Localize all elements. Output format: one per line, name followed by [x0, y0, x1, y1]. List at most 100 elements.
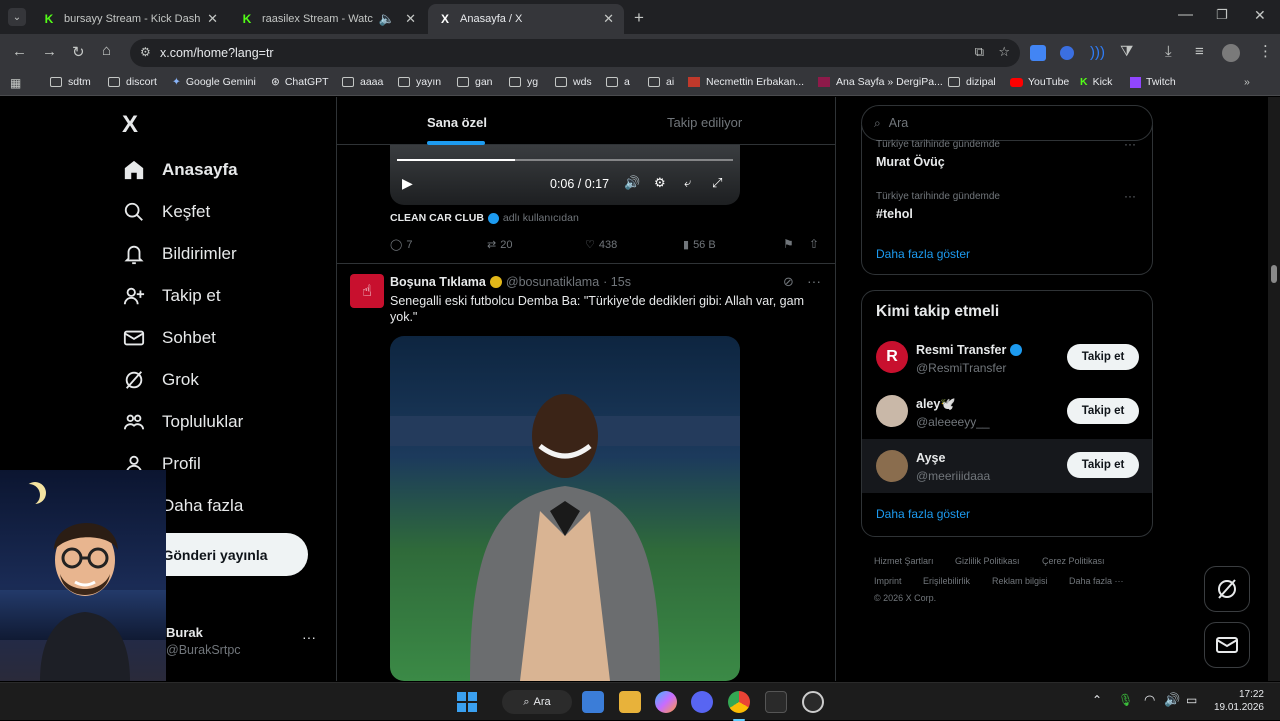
tab-x-home[interactable]: X Anasayfa / X ✕ — [428, 4, 624, 34]
footer-link-cookies[interactable]: Çerez Politikası — [1042, 556, 1105, 566]
minimize-icon[interactable]: — — [1178, 6, 1193, 23]
close-tab-icon[interactable]: ✕ — [207, 11, 218, 27]
footer-link-accessibility[interactable]: Erişilebilirlik — [923, 576, 970, 586]
bookmark-discort[interactable]: discort — [108, 76, 157, 88]
trend-item[interactable]: #tehol — [876, 207, 913, 221]
maximize-icon[interactable]: ❐ — [1216, 7, 1228, 23]
bookmark-chatgpt[interactable]: ⊛ ChatGPT — [271, 76, 329, 88]
tweet-time[interactable]: · 15s — [603, 275, 631, 289]
play-icon[interactable]: ▶ — [402, 175, 413, 192]
bookmark-dergipark[interactable]: Ana Sayfa » DergiPa... — [818, 76, 943, 88]
nav-item-explore[interactable]: Keşfet — [122, 200, 210, 224]
messages-fab[interactable] — [1204, 622, 1250, 668]
bookmark-gemini[interactable]: ✦ Google Gemini — [172, 76, 256, 88]
grok-fab[interactable] — [1204, 566, 1250, 612]
copilot-icon[interactable] — [655, 691, 677, 713]
video-player[interactable]: ▶ 0:06 / 0:17 🔊 ⚙ ⤶ ⤢ — [390, 145, 740, 205]
x-logo-icon[interactable]: X — [122, 111, 138, 139]
bookmark-gan[interactable]: gan — [457, 76, 493, 88]
bookmark-kick[interactable]: K Kick — [1080, 76, 1112, 88]
tweet-image[interactable] — [390, 336, 740, 681]
media-control-icon[interactable]: ≡ — [1195, 43, 1204, 60]
translate-extension-icon[interactable] — [1030, 45, 1046, 61]
nav-item-chat[interactable]: Sohbet — [122, 326, 216, 350]
tab-search-icon[interactable]: ⌄ — [8, 8, 26, 26]
video-attribution[interactable]: CLEAN CAR CLUB adlı kullanıcıdan — [390, 212, 579, 224]
suggested-user-handle[interactable]: @meeriiidaaa — [916, 469, 990, 483]
bookmark-twitch[interactable]: Twitch — [1130, 76, 1176, 88]
bookmark-a[interactable]: a — [606, 76, 630, 88]
volume-icon[interactable]: 🔊 — [624, 175, 640, 191]
reply-action[interactable]: ◯ 7 — [390, 238, 412, 252]
tab-kick-dashboard[interactable]: K bursayy Stream - Kick Dashboard ✕ — [32, 4, 228, 34]
trend-menu-icon[interactable]: ··· — [1124, 189, 1136, 203]
repost-action[interactable]: ⇄ 20 — [487, 238, 512, 252]
tab-for-you[interactable]: Sana özel — [427, 115, 487, 130]
close-window-icon[interactable]: ✕ — [1254, 7, 1266, 24]
nav-item-grok[interactable]: Grok — [122, 368, 199, 392]
wifi-icon[interactable]: ◠ — [1144, 692, 1155, 708]
pip-icon[interactable]: ⤶ — [684, 175, 691, 191]
fullscreen-icon[interactable]: ⤢ — [712, 175, 722, 191]
footer-link-privacy[interactable]: Gizlilik Politikası — [955, 556, 1020, 566]
tweet-menu-icon[interactable]: ··· — [807, 273, 821, 289]
scrollbar[interactable] — [1268, 97, 1280, 681]
nav-item-home[interactable]: Anasayfa — [122, 158, 238, 182]
new-tab-icon[interactable]: + — [634, 8, 644, 28]
install-app-icon[interactable]: ⧉ — [975, 44, 984, 60]
widgets-icon[interactable] — [582, 691, 604, 713]
follow-show-more[interactable]: Daha fazla göster — [876, 507, 970, 521]
download-icon[interactable]: ⤓ — [1165, 43, 1172, 60]
taskbar-search[interactable]: ⌕ Ara — [502, 690, 572, 714]
extensions-icon[interactable]: ⧩ — [1120, 43, 1133, 60]
suggested-user-name[interactable]: Resmi Transfer — [916, 343, 1023, 357]
microphone-icon[interactable]: 🎙 — [1118, 693, 1133, 707]
shield-extension-icon[interactable] — [1060, 46, 1074, 60]
user-avatar[interactable]: R — [876, 341, 908, 373]
bookmark-youtube[interactable]: YouTube — [1010, 76, 1069, 88]
like-action[interactable]: ♡ 438 — [585, 238, 617, 252]
bookmark-yg[interactable]: yg — [509, 76, 538, 88]
notion-icon[interactable] — [765, 691, 787, 713]
nav-item-communities[interactable]: Topluluklar — [122, 410, 243, 434]
speaker-icon[interactable]: 🔈 — [379, 11, 395, 27]
bookmark-sdtm[interactable]: sdtm — [50, 76, 91, 88]
url-input[interactable]: ⚙ x.com/home?lang=tr ⧉ ☆ — [130, 39, 1020, 67]
discord-icon[interactable] — [691, 691, 713, 713]
trend-menu-icon[interactable]: ··· — [1124, 137, 1136, 151]
settings-icon[interactable]: ⚙ — [654, 175, 666, 191]
file-explorer-icon[interactable] — [619, 691, 641, 713]
bookmark-aaaa[interactable]: aaaa — [342, 76, 383, 88]
bookmark-star-icon[interactable]: ☆ — [998, 44, 1010, 60]
battery-icon[interactable]: ▭ — [1186, 693, 1197, 707]
suggested-user-handle[interactable]: @ResmiTransfer — [916, 361, 1006, 375]
chrome-icon[interactable] — [728, 691, 750, 713]
scrollbar-thumb[interactable] — [1271, 265, 1277, 283]
obs-icon[interactable] — [802, 691, 824, 713]
user-avatar[interactable] — [876, 395, 908, 427]
suggested-user-handle[interactable]: @aleeeeyy__ — [916, 415, 990, 429]
suggested-user-name[interactable]: Ayşe — [916, 451, 945, 465]
footer-link-imprint[interactable]: Imprint — [874, 576, 902, 586]
clock[interactable]: 17:22 19.01.2026 — [1212, 688, 1264, 714]
grok-explain-icon[interactable]: ⊘ — [783, 274, 794, 290]
views-action[interactable]: ▮ 56 B — [683, 238, 716, 252]
windows-start-icon[interactable] — [456, 691, 478, 713]
follow-button[interactable]: Takip et — [1067, 398, 1139, 424]
back-icon[interactable]: ← — [12, 43, 27, 60]
trend-item[interactable]: Murat Övüç — [876, 155, 945, 169]
tab-kick-watch[interactable]: K raasilex Stream - Watch Live 🔈 ✕ — [230, 4, 426, 34]
tweet-author-name[interactable]: Boşuna Tıklama — [390, 275, 486, 289]
forward-icon[interactable]: → — [42, 43, 57, 60]
share-icon[interactable]: ⇧ — [809, 237, 819, 251]
close-tab-icon[interactable]: ✕ — [405, 11, 416, 27]
nav-item-notifications[interactable]: Bildirimler — [122, 242, 237, 266]
bookmark-ai[interactable]: ai — [648, 76, 674, 88]
bookmark-wds[interactable]: wds — [555, 76, 592, 88]
follow-button[interactable]: Takip et — [1067, 452, 1139, 478]
trends-show-more[interactable]: Daha fazla göster — [876, 247, 970, 261]
tab-following[interactable]: Takip ediliyor — [667, 115, 742, 130]
footer-link-terms[interactable]: Hizmet Şartları — [874, 556, 934, 566]
tray-overflow-icon[interactable]: ⌃ — [1092, 693, 1102, 707]
follow-button[interactable]: Takip et — [1067, 344, 1139, 370]
